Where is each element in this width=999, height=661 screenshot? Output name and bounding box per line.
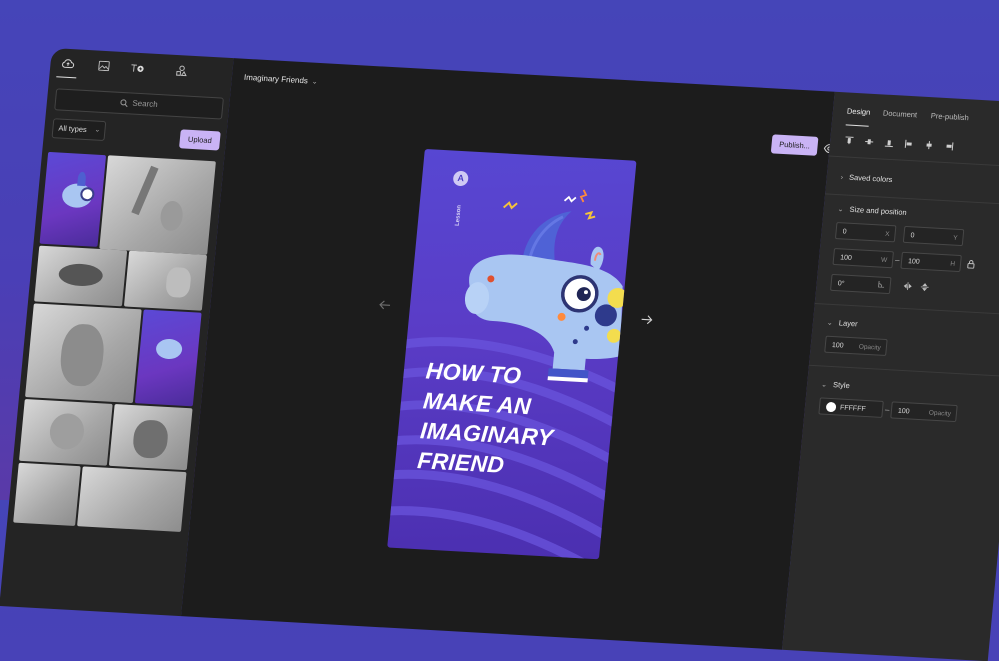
rotation-angle-icon [877, 277, 886, 294]
thumb-clay-shape [164, 266, 192, 299]
tab-document[interactable]: Document [883, 109, 918, 120]
saved-colors-section[interactable]: › Saved colors [840, 172, 892, 184]
w-label: W [880, 256, 888, 264]
thumb-clay-monkey[interactable] [19, 399, 113, 466]
width-field[interactable]: 100 W [832, 247, 894, 269]
chevron-down-icon: ⌄ [94, 126, 101, 134]
size-position-section[interactable]: ⌄ Size and position [837, 204, 907, 217]
saved-colors-label: Saved colors [848, 172, 893, 185]
upload-cloud-icon[interactable] [60, 57, 75, 72]
assets-tabbar [49, 48, 234, 88]
poster-artboard[interactable]: A Lesson HOW TO MAKE AN IMAGINARY FRIEND [387, 148, 637, 560]
link-dash-icon: – [894, 255, 901, 265]
thumb-rhino-body [155, 338, 184, 360]
poster-headline[interactable]: HOW TO MAKE AN IMAGINARY FRIEND [416, 355, 607, 485]
thumb-rhino-eye [79, 186, 96, 202]
flip-horizontal-icon[interactable] [902, 282, 913, 293]
layer-label: Layer [838, 318, 859, 329]
document-title-menu[interactable]: Imaginary Friends ⌄ [244, 73, 319, 86]
y-value: 0 [910, 232, 915, 240]
y-position-field[interactable]: 0Y [902, 225, 965, 247]
layer-section[interactable]: ⌄ Layer [826, 318, 859, 329]
fill-color-field[interactable]: FFFFFF [818, 397, 884, 418]
thumb-rhino-poster[interactable] [39, 151, 107, 247]
image-icon[interactable] [96, 59, 111, 74]
tab-pre-publish[interactable]: Pre-publish [930, 111, 969, 122]
chevron-down-icon: ⌄ [311, 78, 318, 86]
divider [828, 155, 999, 169]
thumb-rhino-horn [77, 171, 87, 187]
thumb-clay-shape [159, 200, 185, 232]
text-add-icon[interactable] [130, 60, 145, 75]
divider [808, 364, 999, 378]
size-position-label: Size and position [849, 204, 908, 217]
thumb-clay-figures[interactable] [123, 250, 208, 311]
x-position-field[interactable]: 0X [834, 222, 897, 243]
w-value: 100 [839, 254, 853, 262]
upload-button[interactable]: Upload [179, 129, 221, 151]
thumb-clay-shape [58, 323, 107, 388]
align-top-icon[interactable] [844, 132, 855, 145]
editor-window: Search All types ⌄ Upload Imaginary Frie… [0, 48, 999, 661]
style-section[interactable]: ⌄ Style [821, 379, 850, 390]
layer-opacity-label: Opacity [858, 343, 882, 352]
separator-dash-icon: – [884, 405, 890, 415]
thumb-clay-slingshot[interactable] [99, 155, 216, 255]
y-label: Y [952, 234, 958, 242]
lock-ratio-icon[interactable] [966, 259, 975, 270]
style-opacity-label: Opacity [928, 409, 952, 418]
rhino-illustration [464, 189, 628, 383]
chevron-right-icon: › [840, 174, 844, 182]
search-placeholder: Search [131, 98, 159, 109]
h-label: H [949, 260, 956, 268]
fill-hex: FFFFFF [839, 404, 866, 413]
thumb-clay-totoro[interactable] [25, 303, 142, 404]
search-input[interactable]: Search [54, 88, 224, 120]
x-label: X [884, 230, 890, 239]
thumb-clay-blob[interactable] [108, 404, 193, 471]
x-value: 0 [842, 228, 847, 236]
thumb-clay-bottom-right[interactable] [77, 466, 187, 532]
shapes-icon[interactable] [174, 63, 189, 78]
document-title: Imaginary Friends [243, 72, 309, 86]
thumb-clay-shape [48, 412, 86, 451]
layer-opacity-value: 100 [831, 342, 844, 350]
squiggle-yellow [503, 201, 518, 210]
align-left-icon[interactable] [904, 136, 915, 148]
thumb-clay-dinosaur[interactable] [34, 245, 128, 307]
h-value: 100 [907, 258, 921, 266]
rotation-field[interactable]: 0° [830, 273, 892, 295]
search-icon [120, 99, 128, 108]
align-center-icon[interactable] [924, 137, 935, 150]
type-filter-value: All types [58, 123, 88, 135]
style-label: Style [832, 380, 851, 391]
align-middle-icon[interactable] [864, 134, 875, 145]
tab-design[interactable]: Design [847, 106, 871, 116]
design-canvas: Imaginary Friends ⌄ Publish... A Lesson … [180, 58, 835, 650]
style-opacity-value: 100 [897, 407, 910, 416]
align-bottom-icon[interactable] [884, 135, 895, 148]
style-opacity-field[interactable]: 100 Opacity [890, 401, 958, 423]
rotation-value: 0° [837, 280, 845, 288]
previous-page-arrow-icon[interactable] [378, 299, 391, 314]
color-swatch[interactable] [825, 401, 837, 412]
height-field[interactable]: 100 H [900, 251, 962, 273]
thumb-clay-shape [57, 262, 104, 288]
flip-vertical-icon[interactable] [920, 282, 929, 294]
divider [814, 302, 999, 316]
type-filter-select[interactable]: All types ⌄ [51, 118, 107, 142]
chevron-down-icon: ⌄ [820, 381, 828, 389]
thumb-clay-bottom-left[interactable] [13, 462, 81, 527]
thumb-clay-stick [131, 165, 159, 216]
thumb-rhino-small[interactable] [134, 309, 202, 407]
layer-opacity-field[interactable]: 100 Opacity [824, 335, 888, 357]
thumb-clay-shape [131, 419, 170, 459]
next-page-arrow-icon[interactable] [640, 313, 653, 328]
chevron-down-icon: ⌄ [837, 206, 844, 214]
chevron-down-icon: ⌄ [826, 319, 834, 328]
publish-button[interactable]: Publish... [770, 134, 819, 156]
align-right-icon[interactable] [944, 138, 955, 151]
